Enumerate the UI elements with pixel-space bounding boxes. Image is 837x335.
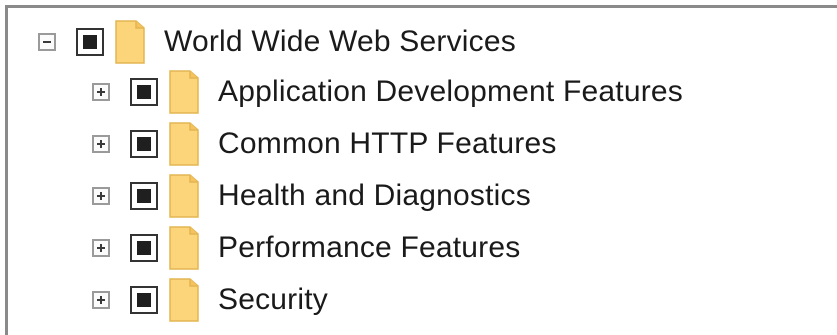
expand-icon[interactable] <box>92 291 110 309</box>
folder-icon <box>169 278 199 322</box>
folder-icon <box>169 174 199 218</box>
tree-item-security[interactable]: Security <box>92 274 328 326</box>
expand-icon[interactable] <box>92 187 110 205</box>
folder-icon <box>115 20 145 64</box>
tree-item-performance-features[interactable]: Performance Features <box>92 222 520 274</box>
folder-icon <box>169 70 199 114</box>
expand-icon[interactable] <box>92 239 110 257</box>
tree-item-label: Common HTTP Features <box>218 127 557 160</box>
expand-icon[interactable] <box>92 135 110 153</box>
tree-item-label: Health and Diagnostics <box>218 179 531 212</box>
tree-item-label: Application Development Features <box>218 75 683 108</box>
tree-item-world-wide-web-services[interactable]: World Wide Web Services <box>38 16 516 68</box>
partial-checkbox[interactable] <box>130 130 158 158</box>
partial-checkbox[interactable] <box>130 182 158 210</box>
partial-checkbox[interactable] <box>130 286 158 314</box>
tree-item-label: World Wide Web Services <box>164 25 516 58</box>
tree-item-application-development-features[interactable]: Application Development Features <box>92 66 683 118</box>
partial-checkbox[interactable] <box>130 78 158 106</box>
tree-item-health-and-diagnostics[interactable]: Health and Diagnostics <box>92 170 531 222</box>
partial-checkbox[interactable] <box>130 234 158 262</box>
collapse-icon[interactable] <box>38 33 56 51</box>
partial-checkbox[interactable] <box>76 28 104 56</box>
expand-icon[interactable] <box>92 83 110 101</box>
folder-icon <box>169 122 199 166</box>
tree-view-panel: World Wide Web Services Application Deve… <box>5 5 837 335</box>
tree-item-label: Performance Features <box>218 231 521 264</box>
folder-icon <box>169 226 199 270</box>
tree-item-label: Security <box>218 283 328 316</box>
tree-item-common-http-features[interactable]: Common HTTP Features <box>92 118 557 170</box>
